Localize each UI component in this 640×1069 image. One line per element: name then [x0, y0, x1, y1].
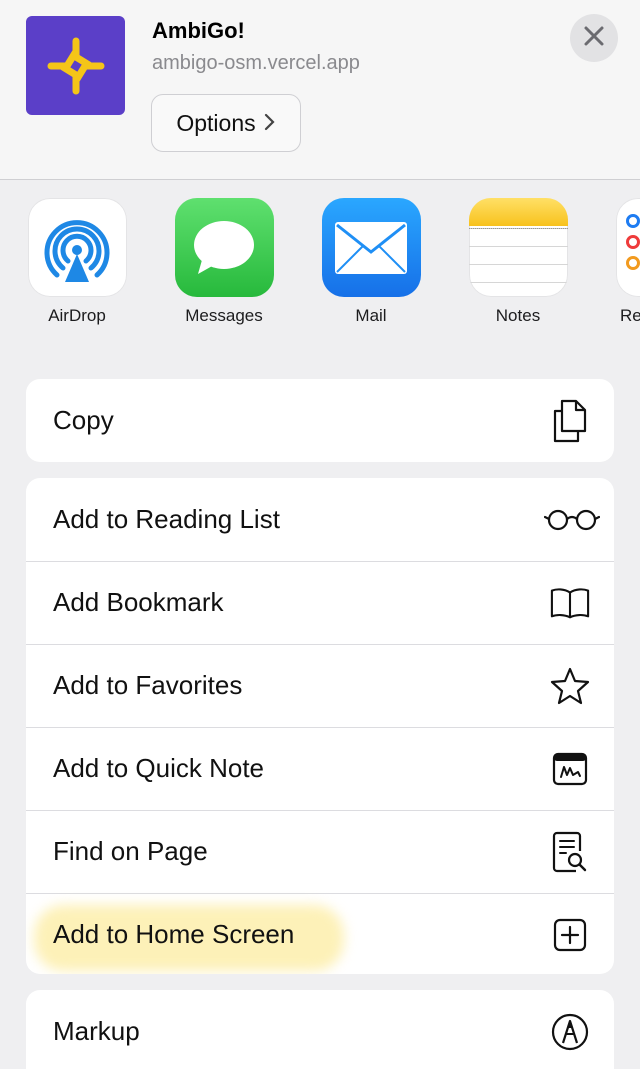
add-to-favorites-button[interactable]: Add to Favorites [26, 644, 614, 727]
home-screen-label: Add to Home Screen [53, 919, 295, 949]
actions-group: Add to Reading List Add Bookmark Add to … [26, 478, 614, 974]
airdrop-icon [27, 198, 127, 297]
share-target-airdrop[interactable]: AirDrop [27, 198, 127, 326]
star-icon [550, 666, 590, 706]
share-targets-row[interactable]: AirDrop Messages Mail Notes Re [0, 181, 640, 331]
reminders-icon [615, 198, 640, 297]
copy-button[interactable]: Copy [26, 379, 614, 462]
share-target-mail[interactable]: Mail [321, 198, 421, 326]
add-to-reading-list-button[interactable]: Add to Reading List [26, 478, 614, 561]
markup-group: Markup [26, 990, 614, 1069]
notes-icon [468, 198, 568, 297]
markup-button[interactable]: Markup [26, 990, 614, 1069]
share-target-label: Re [620, 306, 640, 325]
app-url: ambigo-osm.vercel.app [152, 52, 360, 74]
quick-note-icon [550, 749, 590, 789]
app-title: AmbiGo! [152, 18, 245, 43]
glasses-icon [544, 500, 600, 540]
find-on-page-button[interactable]: Find on Page [26, 810, 614, 893]
copy-label: Copy [53, 405, 114, 435]
add-to-home-screen-button[interactable]: Add to Home Screen [26, 893, 614, 974]
find-on-page-label: Find on Page [53, 836, 208, 866]
share-sheet-header: AmbiGo! ambigo-osm.vercel.app Options [0, 0, 640, 180]
close-icon [583, 25, 605, 52]
copy-group: Copy [26, 379, 614, 462]
reading-list-label: Add to Reading List [53, 504, 280, 534]
bookmark-label: Add Bookmark [53, 587, 224, 617]
plus-square-icon [550, 915, 590, 955]
find-on-page-icon [550, 831, 590, 872]
markup-pen-icon [550, 1012, 590, 1052]
add-bookmark-button[interactable]: Add Bookmark [26, 561, 614, 644]
quick-note-label: Add to Quick Note [53, 753, 264, 783]
share-target-label: AirDrop [48, 306, 106, 325]
share-target-label: Mail [355, 306, 387, 325]
share-target-label: Messages [185, 306, 263, 325]
share-target-notes[interactable]: Notes [468, 198, 568, 326]
options-button[interactable]: Options [151, 94, 301, 152]
mail-icon [321, 198, 421, 297]
copy-icon [550, 399, 590, 442]
share-target-reminders[interactable]: Re [615, 198, 640, 326]
book-icon [550, 583, 590, 623]
options-label: Options [176, 109, 256, 136]
share-target-messages[interactable]: Messages [174, 198, 274, 326]
share-target-label: Notes [495, 306, 541, 325]
add-to-quick-note-button[interactable]: Add to Quick Note [26, 727, 614, 810]
chevron-right-icon [264, 110, 276, 137]
favorites-label: Add to Favorites [53, 670, 243, 700]
messages-icon [174, 198, 274, 297]
ambigo-logo-icon [26, 16, 125, 115]
close-button[interactable] [570, 14, 618, 62]
markup-label: Markup [53, 1016, 140, 1046]
